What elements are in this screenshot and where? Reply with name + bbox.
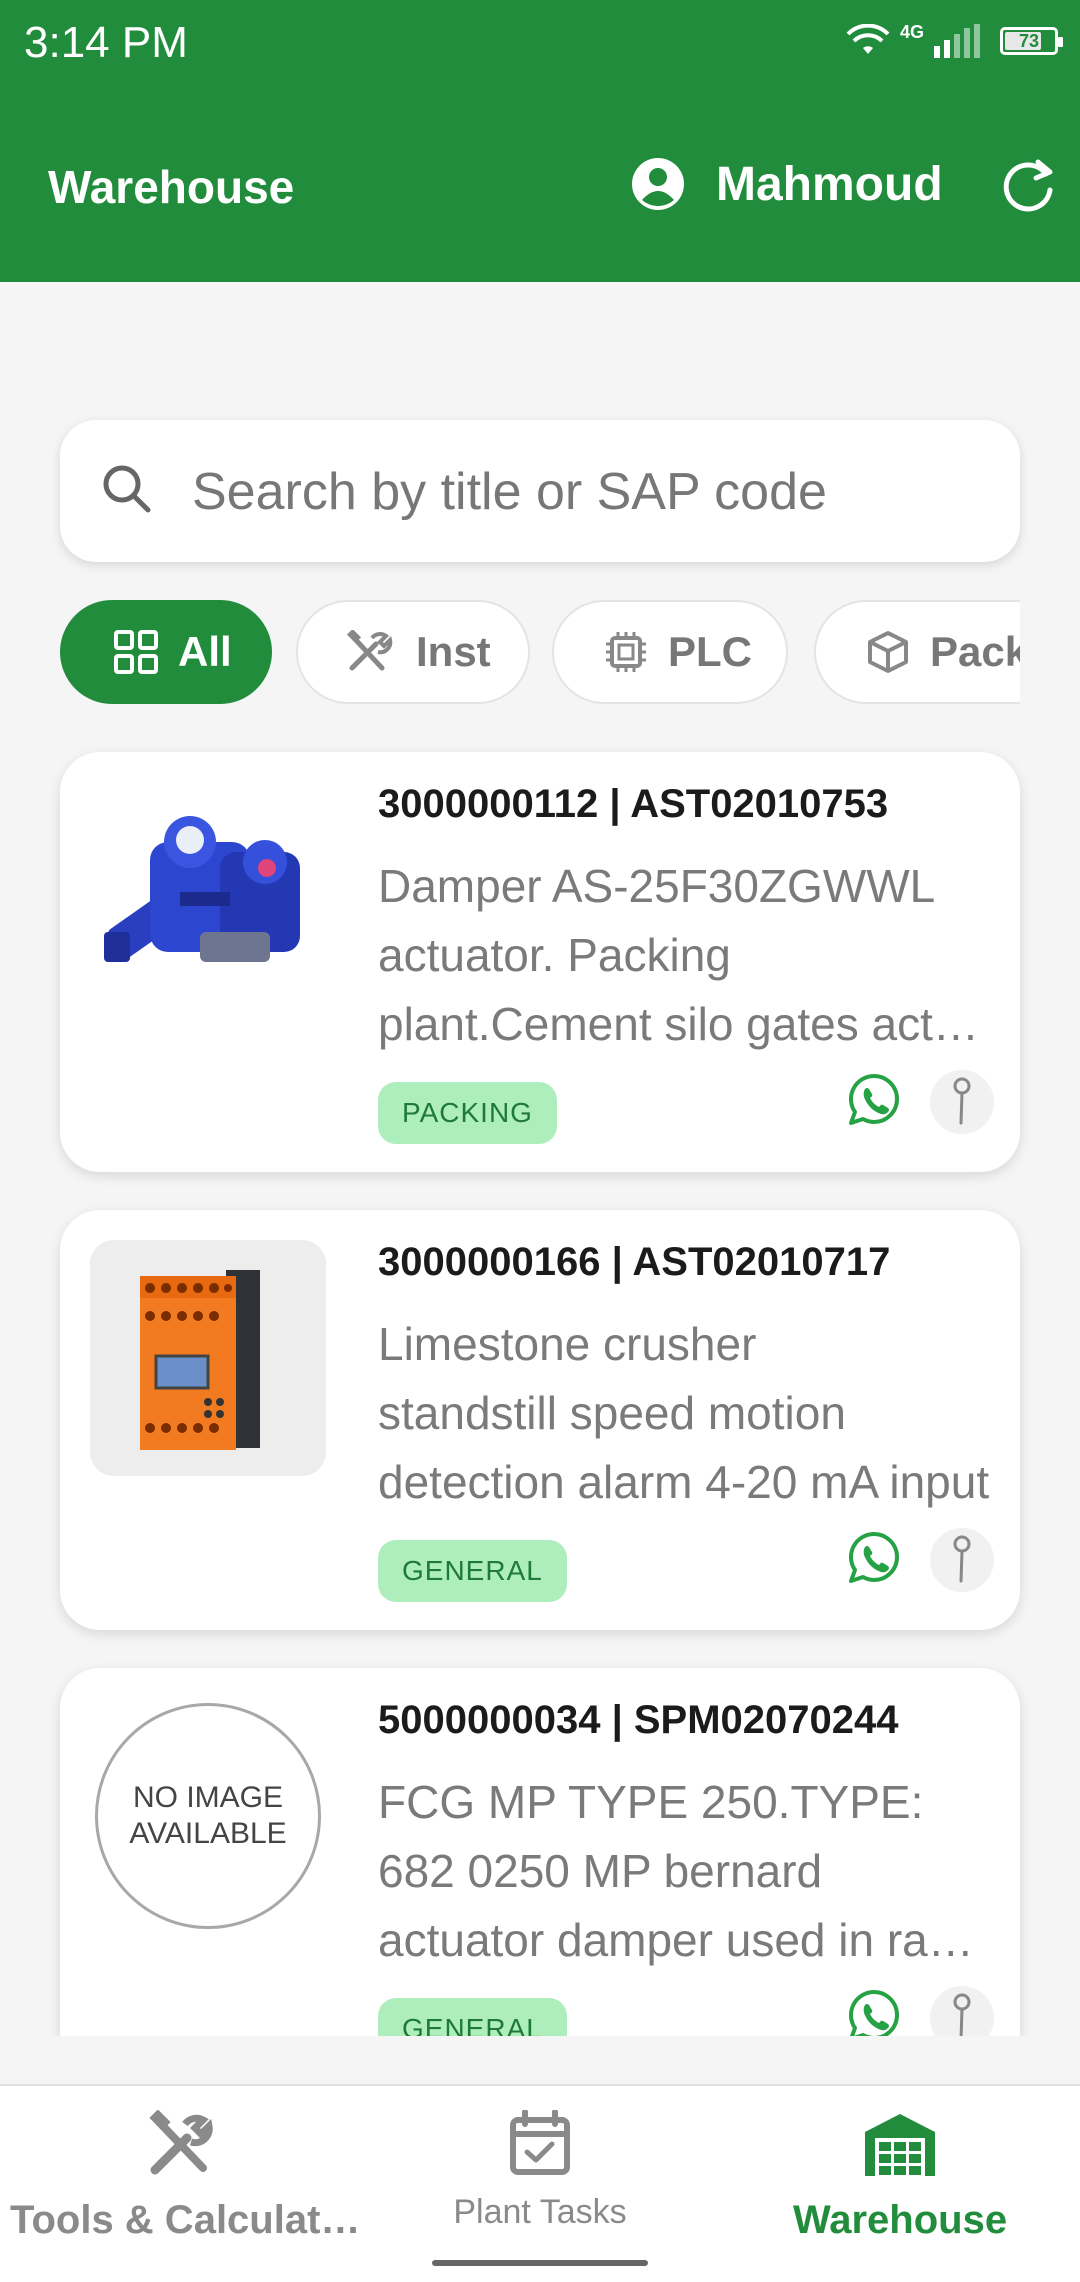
list-item[interactable]: 3000000112 | AST02010753 Damper AS-25F30…: [60, 752, 1020, 1172]
item-image: NO IMAGE AVAILABLE: [90, 1698, 326, 1934]
item-image: [90, 782, 326, 1018]
home-indicator: [432, 2260, 648, 2266]
filter-chip-label: Pack: [930, 628, 1020, 675]
filter-chip-pack[interactable]: Pack: [814, 600, 1020, 704]
nav-plant-tasks[interactable]: Plant Tasks: [400, 2109, 680, 2232]
item-description: Damper AS-25F30ZGWWL actuator. Packing p…: [378, 860, 990, 1050]
network-type: 4G: [899, 21, 924, 42]
nav-label: Tools & Calculat…: [10, 2198, 361, 2242]
bottom-navigation: Tools & Calculat… Plant Tasks Warehouse: [0, 2084, 1080, 2282]
warehouse-icon: [865, 2114, 935, 2176]
app-bar: 3:14 PM 4G 73 Warehouse Mahmoud: [0, 0, 1080, 282]
category-badge: GENERAL: [378, 1998, 567, 2036]
whatsapp-icon[interactable]: [846, 1530, 902, 1586]
refresh-icon[interactable]: [1000, 154, 1060, 214]
calendar-check-icon: [510, 2109, 570, 2175]
nav-label: Warehouse: [792, 2198, 1008, 2242]
filter-chips: All Inst PLC Pack: [60, 600, 1020, 706]
list-item[interactable]: 3000000166 | AST02010717 Limestone crush…: [60, 1210, 1020, 1630]
pin-button[interactable]: [930, 1070, 994, 1134]
item-description: Limestone crusher standstill speed motio…: [378, 1318, 990, 1508]
chip-icon: [606, 632, 646, 672]
no-image-text: NO IMAGE AVAILABLE: [129, 1781, 287, 1850]
search-placeholder: Search by title or SAP code: [192, 463, 827, 521]
category-badge: PACKING: [378, 1082, 557, 1144]
battery-icon: 73: [1000, 27, 1063, 55]
whatsapp-icon[interactable]: [846, 1072, 902, 1128]
list-item[interactable]: NO IMAGE AVAILABLE 5000000034 | SPM02070…: [60, 1668, 1020, 2036]
user-name: Mahmoud: [716, 157, 943, 211]
item-list: 3000000112 | AST02010753 Damper AS-25F30…: [0, 740, 1080, 2036]
user-profile[interactable]: Mahmoud: [630, 156, 943, 212]
filter-chip-label: Inst: [416, 628, 491, 675]
grid-icon: [114, 630, 158, 674]
item-image: [90, 1240, 326, 1476]
whatsapp-icon[interactable]: [846, 1988, 902, 2036]
battery-level: 73: [1018, 30, 1040, 51]
item-codes: 5000000034 | SPM02070244: [378, 1698, 899, 1742]
filter-chip-plc[interactable]: PLC: [552, 600, 788, 704]
filter-chip-label: All: [178, 628, 232, 675]
filter-chip-all[interactable]: All: [60, 600, 272, 704]
search-icon: [103, 465, 151, 513]
pin-icon: [953, 1077, 971, 1125]
page-title: Warehouse: [48, 161, 295, 213]
filter-chip-label: PLC: [668, 628, 752, 675]
item-codes: 3000000112 | AST02010753: [378, 782, 889, 826]
box-icon: [868, 631, 908, 673]
filter-chip-inst[interactable]: Inst: [296, 600, 530, 704]
tools-icon: [149, 2109, 213, 2175]
nav-warehouse[interactable]: Warehouse: [760, 2110, 1040, 2243]
item-codes: 3000000166 | AST02010717: [378, 1240, 891, 1284]
pin-icon: [953, 1535, 971, 1583]
status-time: 3:14 PM: [24, 18, 188, 67]
category-badge: GENERAL: [378, 1540, 567, 1602]
search-input[interactable]: Search by title or SAP code: [60, 420, 1020, 562]
tools-icon: [346, 630, 393, 671]
no-image-placeholder: NO IMAGE AVAILABLE: [95, 1703, 321, 1929]
signal-icon: [934, 24, 980, 58]
account-circle-icon: [632, 158, 684, 210]
status-icons: 4G 73: [846, 21, 1063, 58]
pin-button[interactable]: [930, 1986, 994, 2036]
nav-tools-calculators[interactable]: Tools & Calculat…: [10, 2109, 361, 2243]
item-description: FCG MP TYPE 250.TYPE: 682 0250 MP bernar…: [378, 1776, 990, 1966]
wifi-icon: [846, 24, 890, 54]
pin-button[interactable]: [930, 1528, 994, 1592]
nav-label: Plant Tasks: [453, 2193, 627, 2231]
pin-icon: [953, 1993, 971, 2036]
